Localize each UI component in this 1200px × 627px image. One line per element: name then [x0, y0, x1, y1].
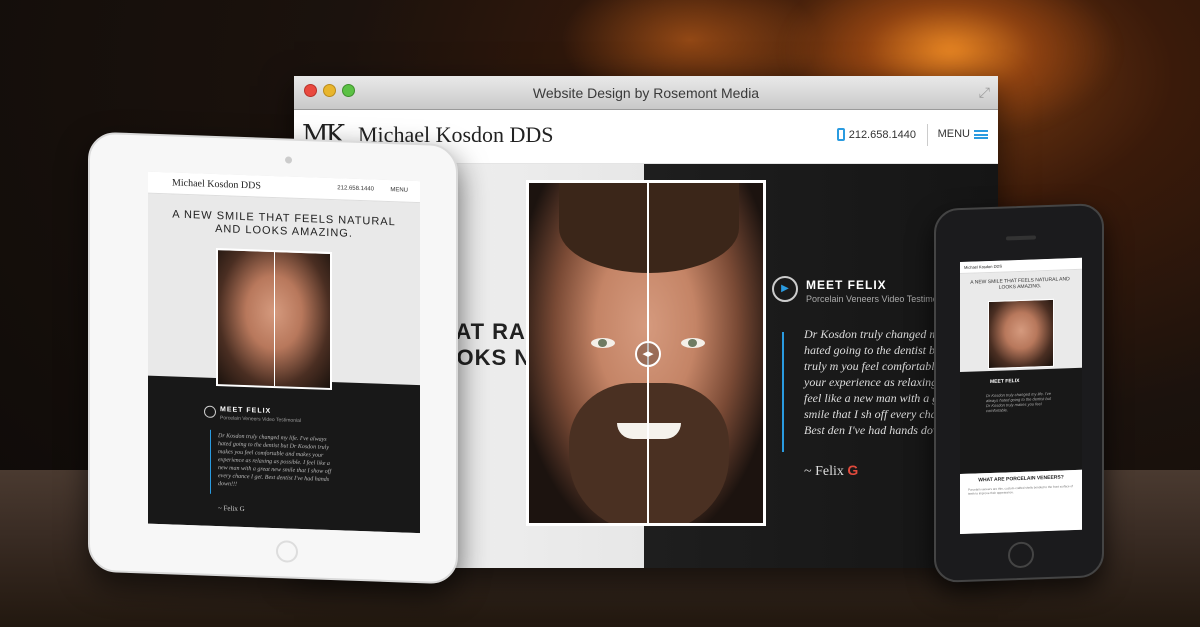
- tablet-quote-bar: [210, 429, 211, 494]
- phone-screen: Michael Kosdon DDS A NEW SMILE THAT FEEL…: [960, 257, 1082, 535]
- window-title: Website Design by Rosemont Media: [532, 85, 760, 101]
- before-after-portrait[interactable]: ◂▸: [526, 180, 766, 526]
- phone-site-header[interactable]: Michael Kosdon DDS: [960, 257, 1082, 275]
- tablet-play-button[interactable]: [204, 405, 216, 419]
- phone-dark-panel: [960, 367, 1082, 475]
- testimonial-subtitle: Porcelain Veneers Video Testimoni: [806, 294, 945, 304]
- signature-text: ~ Felix: [804, 464, 844, 479]
- testimonial-title: MEET FELIX: [806, 278, 887, 292]
- quote-accent-bar: [782, 332, 784, 452]
- comparison-slider-handle[interactable]: ◂▸: [635, 341, 661, 367]
- window-titlebar: Website Design by Rosemont Media ⤢: [294, 76, 998, 110]
- portrait-hair: [559, 183, 739, 273]
- tablet-split-line: [274, 252, 275, 387]
- hamburger-icon: [974, 129, 988, 139]
- phone-quote: Dr Kosdon truly changed my life. I've al…: [986, 390, 1052, 414]
- tablet-phone[interactable]: 212.658.1440: [337, 185, 374, 192]
- phone-number: 212.658.1440: [848, 128, 916, 141]
- phone-headline: A NEW SMILE THAT FEELS NATURAL AND LOOKS…: [970, 276, 1070, 291]
- phone-speaker: [1006, 235, 1036, 241]
- fullscreen-icon[interactable]: ⤢: [979, 84, 990, 101]
- google-icon: G: [847, 462, 859, 478]
- tablet-camera: [285, 156, 292, 164]
- phone-home-button[interactable]: [1008, 541, 1034, 569]
- tablet-logo[interactable]: Michael Kosdon DDS: [172, 177, 261, 191]
- tablet-quote: Dr Kosdon truly changed my life. I've al…: [218, 433, 332, 488]
- portrait-eye-right: [681, 338, 705, 348]
- tablet-menu-button[interactable]: MENU: [390, 187, 408, 194]
- phone-meet-title: MEET FELIX: [990, 377, 1020, 386]
- tablet-device: Michael Kosdon DDS 212.658.1440 MENU A N…: [88, 131, 458, 585]
- phone-link[interactable]: 212.658.1440: [836, 128, 916, 141]
- tablet-signature: ~ Felix G: [218, 504, 245, 514]
- phone-device: Michael Kosdon DDS A NEW SMILE THAT FEEL…: [934, 203, 1104, 583]
- portrait-eye-left: [591, 338, 615, 348]
- portrait-beard: [569, 383, 729, 523]
- tablet-site-header: Michael Kosdon DDS 212.658.1440 MENU: [148, 171, 420, 204]
- menu-label: MENU: [937, 128, 970, 140]
- portrait-smile: [617, 423, 681, 439]
- tablet-screen: Michael Kosdon DDS 212.658.1440 MENU A N…: [148, 171, 420, 534]
- testimonial-signature: ~ Felix G: [804, 462, 858, 480]
- play-video-button[interactable]: ▶: [772, 276, 798, 302]
- header-divider: [927, 124, 928, 146]
- tablet-home-button[interactable]: [276, 540, 298, 563]
- phone-icon: [836, 128, 845, 141]
- tablet-headline: A NEW SMILE THAT FEELS NATURAL AND LOOKS…: [172, 208, 396, 240]
- phone-portrait[interactable]: [988, 298, 1054, 370]
- menu-button[interactable]: MENU: [938, 128, 988, 140]
- tablet-portrait[interactable]: [216, 248, 332, 391]
